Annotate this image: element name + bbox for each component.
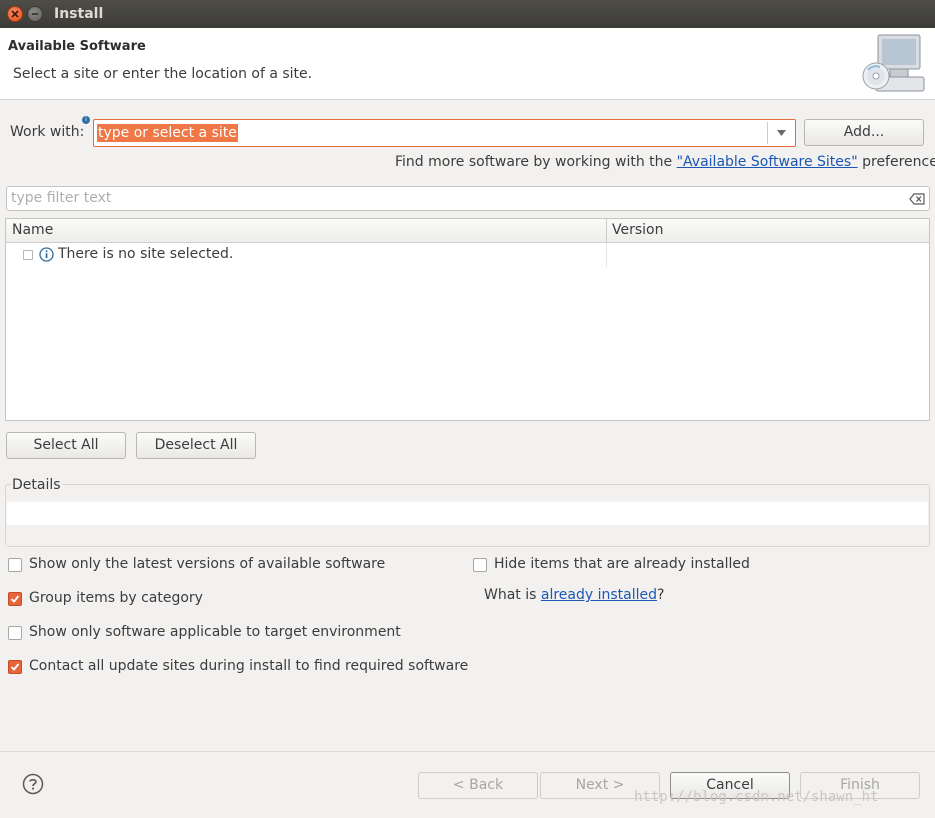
window-title: Install bbox=[54, 6, 104, 22]
help-icon[interactable] bbox=[22, 773, 44, 795]
hide-installed-checkbox[interactable] bbox=[473, 558, 487, 572]
software-table[interactable]: Name Version There is no site selected. bbox=[5, 218, 930, 421]
filter-field[interactable]: type filter text bbox=[6, 186, 930, 211]
contact-update-sites-label[interactable]: Contact all update sites during install … bbox=[29, 658, 468, 674]
combo-separator bbox=[767, 122, 768, 144]
close-icon[interactable] bbox=[7, 6, 23, 22]
watermark: http://blog.csdn.net/shawn_ht bbox=[634, 789, 879, 805]
details-text bbox=[7, 502, 928, 525]
checkmark-icon bbox=[10, 595, 20, 603]
work-with-input[interactable]: type or select a site bbox=[97, 124, 238, 142]
install-window: Install Available Software Select a site… bbox=[0, 0, 935, 818]
available-software-sites-link[interactable]: "Available Software Sites" bbox=[677, 154, 858, 170]
page-description: Select a site or enter the location of a… bbox=[13, 66, 313, 82]
contact-update-sites-checkbox[interactable] bbox=[8, 660, 22, 674]
checkmark-icon bbox=[10, 663, 20, 671]
add-site-button[interactable]: Add... bbox=[804, 119, 924, 146]
page-title: Available Software bbox=[8, 39, 146, 54]
already-installed-link[interactable]: already installed bbox=[541, 587, 657, 603]
already-installed-prefix: What is bbox=[484, 587, 541, 603]
column-header-name[interactable]: Name bbox=[12, 222, 53, 238]
info-icon bbox=[39, 247, 54, 262]
latest-versions-label[interactable]: Show only the latest versions of availab… bbox=[29, 556, 385, 572]
dropdown-arrow-icon[interactable] bbox=[777, 130, 786, 136]
wizard-header: Available Software Select a site or ente… bbox=[0, 28, 935, 100]
group-by-category-label[interactable]: Group items by category bbox=[29, 590, 203, 606]
work-with-label: Work with: bbox=[10, 124, 85, 140]
title-bar: Install bbox=[0, 0, 935, 28]
clear-filter-icon[interactable] bbox=[909, 193, 925, 205]
filter-input[interactable]: type filter text bbox=[11, 190, 111, 206]
column-divider bbox=[606, 243, 607, 267]
software-install-icon bbox=[862, 34, 925, 92]
target-environment-label[interactable]: Show only software applicable to target … bbox=[29, 624, 401, 640]
details-label: Details bbox=[11, 477, 62, 493]
target-environment-checkbox[interactable] bbox=[8, 626, 22, 640]
already-installed-hint: What is already installed? bbox=[484, 587, 664, 603]
info-icon: i bbox=[82, 116, 90, 124]
group-by-category-checkbox[interactable] bbox=[8, 592, 22, 606]
select-all-button[interactable]: Select All bbox=[6, 432, 126, 459]
work-with-combo[interactable]: type or select a site bbox=[93, 119, 796, 147]
find-more-suffix: preferences. bbox=[862, 154, 935, 170]
back-button[interactable]: < Back bbox=[418, 772, 538, 799]
deselect-all-button[interactable]: Deselect All bbox=[136, 432, 256, 459]
table-row[interactable]: There is no site selected. bbox=[58, 246, 233, 262]
row-checkbox[interactable] bbox=[23, 250, 33, 260]
hide-installed-label[interactable]: Hide items that are already installed bbox=[494, 556, 750, 572]
minimize-icon[interactable] bbox=[27, 6, 43, 22]
already-installed-suffix: ? bbox=[657, 587, 665, 603]
table-header: Name Version bbox=[6, 219, 929, 243]
column-separator[interactable] bbox=[606, 219, 607, 243]
column-header-version[interactable]: Version bbox=[612, 222, 663, 238]
latest-versions-checkbox[interactable] bbox=[8, 558, 22, 572]
find-more-text: Find more software by working with the "… bbox=[395, 154, 935, 170]
footer-divider bbox=[0, 751, 935, 752]
details-group: Details bbox=[5, 477, 930, 547]
find-more-prefix: Find more software by working with the bbox=[395, 154, 677, 170]
